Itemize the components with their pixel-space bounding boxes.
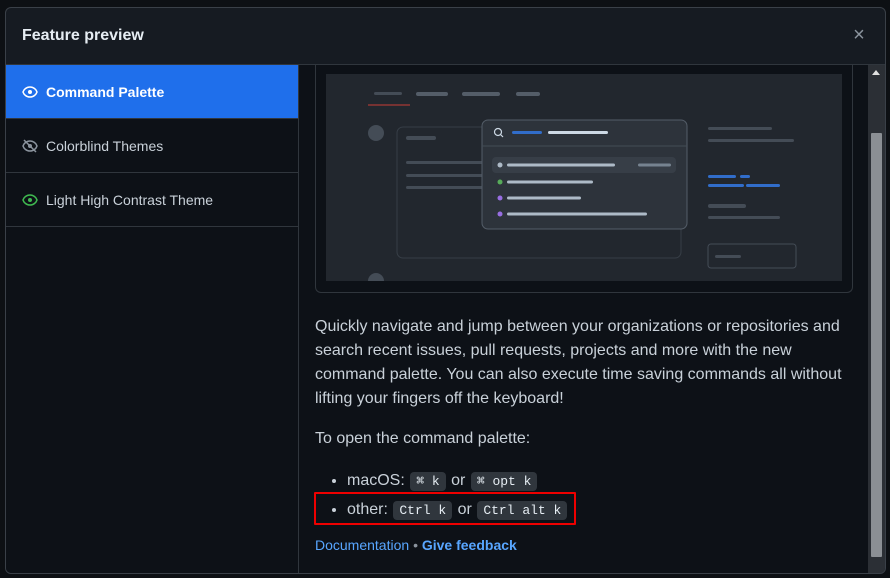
eye-icon <box>22 192 38 208</box>
sidebar-item-label: Light High Contrast Theme <box>46 191 214 208</box>
os-label: other: <box>347 501 388 518</box>
sidebar-item-label: Colorblind Themes <box>46 137 164 154</box>
command-palette-preview-image <box>326 74 842 281</box>
or-label: or <box>457 501 472 518</box>
eye-closed-icon <box>22 138 38 154</box>
content-scrollbar[interactable] <box>868 65 885 573</box>
shortcut-item-macos: macOS: ⌘ k or ⌘ opt k <box>347 467 852 496</box>
or-label: or <box>451 472 466 489</box>
footer-links: Documentation • Give feedback <box>315 537 852 553</box>
documentation-link[interactable]: Documentation <box>315 537 409 553</box>
sidebar-item-colorblind-themes[interactable]: Colorblind Themes <box>6 119 298 173</box>
sidebar-item-command-palette[interactable]: Command Palette <box>6 65 298 119</box>
shortcut-list: macOS: ⌘ k or ⌘ opt k other: Ctrl k or C… <box>315 467 852 525</box>
dialog-title: Feature preview <box>22 27 144 44</box>
scroll-up-arrow-icon[interactable] <box>872 70 880 75</box>
sidebar-item-light-high-contrast[interactable]: Light High Contrast Theme <box>6 173 298 227</box>
shortcut-key: ⌘ k <box>410 472 446 491</box>
close-button[interactable]: × <box>849 25 869 45</box>
give-feedback-link[interactable]: Give feedback <box>422 537 517 553</box>
eye-icon <box>22 84 38 100</box>
instructions-label: To open the command palette: <box>315 430 531 447</box>
os-label: macOS: <box>347 472 405 489</box>
shortcut-item-other: other: Ctrl k or Ctrl alt k <box>347 496 852 525</box>
feature-list-sidebar: Command Palette Colorblind Themes Light … <box>6 65 299 573</box>
feature-description: Quickly navigate and jump between your o… <box>315 318 842 407</box>
feature-preview-dialog: Feature preview × Command Palette Colorb… <box>5 7 886 574</box>
shortcut-key: ⌘ opt k <box>470 472 538 491</box>
feature-detail-pane: Quickly navigate and jump between your o… <box>299 65 868 573</box>
link-separator: • <box>413 537 418 553</box>
sidebar-item-label: Command Palette <box>46 83 165 100</box>
shortcut-key: Ctrl k <box>393 501 453 520</box>
close-icon: × <box>853 24 865 46</box>
dialog-header: Feature preview × <box>6 8 885 65</box>
shortcut-key: Ctrl alt k <box>477 501 568 520</box>
preview-image-frame <box>315 65 853 293</box>
scrollbar-thumb[interactable] <box>871 133 882 557</box>
